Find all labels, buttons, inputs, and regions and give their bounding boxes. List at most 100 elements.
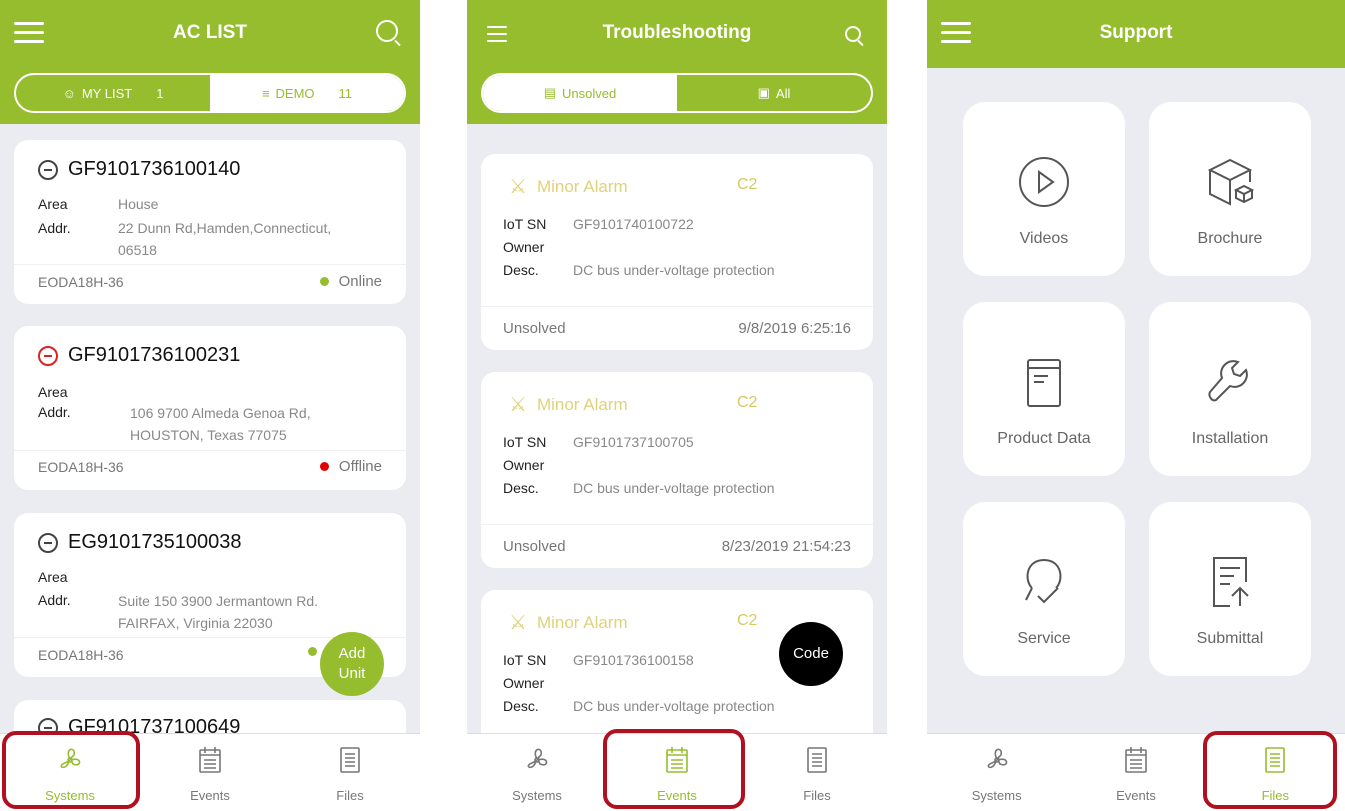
area-value: House: [118, 196, 159, 212]
owner-label: Owner: [503, 457, 545, 473]
tab-all-label: All: [775, 85, 791, 101]
unit-id: GF9101736100231: [68, 344, 241, 366]
desc-label: Desc.: [503, 262, 539, 278]
search-icon[interactable]: [376, 20, 398, 42]
tab-files-label: Files: [336, 788, 364, 803]
tile-label: Product Data: [997, 430, 1091, 447]
calendar-icon: [194, 744, 226, 776]
alarm-card[interactable]: ⚔ Minor Alarm C2 IoT SN GF9101740100722 O…: [481, 154, 873, 350]
unit-model: EODA18H-36: [38, 647, 124, 663]
alarm-code: C2: [737, 612, 758, 629]
tile-installation[interactable]: Installation: [1149, 302, 1311, 476]
remove-icon[interactable]: [38, 345, 58, 366]
upload-document-icon: [1213, 557, 1249, 607]
app-header: Troubleshooting ▤ Unsolved ▣ All: [467, 0, 887, 124]
fan-icon: [981, 744, 1013, 776]
tile-label: Installation: [1191, 430, 1269, 447]
document-icon: [334, 744, 366, 776]
divider: [481, 524, 873, 525]
alarm-code: C2: [737, 176, 758, 193]
cart-icon: ▣: [757, 85, 770, 100]
iot-sn-value: GF9101740100722: [573, 216, 694, 232]
tab-files[interactable]: Files: [1206, 734, 1345, 811]
divider: [481, 306, 873, 307]
tab-systems-label: Systems: [45, 788, 95, 803]
status-text: Offline: [338, 458, 382, 475]
desc-value: DC bus under-voltage protection: [573, 480, 775, 496]
tab-files[interactable]: Files: [280, 734, 420, 811]
tab-events[interactable]: Events: [607, 734, 747, 811]
tab-my-list-label: MY LIST: [81, 85, 133, 101]
folder-icon: [1027, 359, 1061, 407]
add-unit-button[interactable]: Add Unit: [320, 632, 384, 696]
app-header: Support: [927, 0, 1345, 68]
unit-id: EG9101735100038: [68, 531, 242, 553]
troubleshooting-screen: Troubleshooting ▤ Unsolved ▣ All ⚔ Minor …: [467, 0, 887, 811]
calendar-icon: ▤: [543, 85, 557, 100]
area-label: Area: [38, 569, 68, 585]
document-icon: [801, 744, 833, 776]
addr-label: Addr.: [38, 404, 71, 420]
tile-submittal[interactable]: Submittal: [1149, 502, 1311, 676]
add-unit-label-line2: Unit: [338, 665, 366, 682]
tile-product-data[interactable]: Product Data: [963, 302, 1125, 476]
wrench-icon: [1208, 360, 1248, 402]
code-button[interactable]: Code: [779, 622, 843, 686]
iot-sn-label: IoT SN: [503, 434, 547, 450]
tab-all[interactable]: ▣ All: [677, 75, 871, 111]
addr-line1: 22 Dunn Rd,Hamden,Connecticut,: [118, 220, 332, 236]
tab-files[interactable]: Files: [747, 734, 887, 811]
unit-card[interactable]: GF9101736100231 Area Addr. 106 9700 Alme…: [14, 326, 406, 490]
tile-service[interactable]: Service: [963, 502, 1125, 676]
status-dot: [319, 462, 329, 471]
support-screen: Support Videos Brochure Product Data Ins…: [927, 0, 1345, 811]
tab-systems[interactable]: Systems: [467, 734, 607, 811]
tab-events[interactable]: Events: [140, 734, 280, 811]
tab-events[interactable]: Events: [1066, 734, 1205, 811]
remove-icon[interactable]: [38, 532, 58, 553]
alarm-icon: ⚔: [509, 612, 527, 634]
document-icon: [1259, 744, 1291, 776]
tab-my-list[interactable]: ☺ MY LIST 1: [16, 75, 210, 111]
status-badge: Offline: [319, 458, 382, 475]
user-check-icon: [1025, 558, 1062, 604]
box-icon: [1207, 158, 1255, 206]
tab-events-label: Events: [1116, 788, 1156, 803]
tab-demo-count: 11: [338, 85, 353, 101]
alarm-title: Minor Alarm: [536, 394, 628, 414]
tab-unsolved[interactable]: ▤ Unsolved: [483, 75, 677, 111]
desc-value: DC bus under-voltage protection: [573, 698, 775, 714]
tab-files-label: Files: [1261, 788, 1290, 803]
alarm-card[interactable]: ⚔ Minor Alarm C2 IoT SN GF9101737100705 O…: [481, 372, 873, 568]
tile-brochure[interactable]: Brochure: [1149, 102, 1311, 276]
iot-sn-label: IoT SN: [503, 652, 547, 668]
alarm-title: Minor Alarm: [536, 176, 628, 196]
status-text: Online: [338, 273, 382, 290]
tile-videos[interactable]: Videos: [963, 102, 1125, 276]
alarm-icon: ⚔: [509, 394, 527, 416]
tile-label: Videos: [1019, 230, 1069, 247]
addr-line2: HOUSTON, Texas 77075: [130, 427, 287, 443]
tab-systems[interactable]: Systems: [0, 734, 140, 811]
desc-label: Desc.: [503, 698, 539, 714]
tab-demo[interactable]: ≡ DEMO 11: [210, 75, 404, 111]
tab-unsolved-label: Unsolved: [562, 85, 617, 101]
iot-sn-label: IoT SN: [503, 216, 547, 232]
unit-card[interactable]: GF9101736100140 Area House Addr. 22 Dunn…: [14, 140, 406, 304]
unit-id: GF9101736100140: [68, 158, 241, 180]
addr-line2: FAIRFAX, Virginia 22030: [118, 615, 273, 631]
remove-icon[interactable]: [38, 159, 58, 180]
tab-systems[interactable]: Systems: [927, 734, 1066, 811]
desc-value: DC bus under-voltage protection: [573, 262, 775, 278]
addr-line1: 106 9700 Almeda Genoa Rd,: [130, 405, 311, 421]
tab-systems-label: Systems: [971, 788, 1022, 803]
tab-my-list-count: 1: [156, 85, 164, 101]
tile-label: Brochure: [1197, 230, 1263, 247]
search-icon[interactable]: [845, 26, 861, 42]
tile-label: Service: [1017, 630, 1071, 647]
tab-events-label: Events: [657, 788, 697, 803]
owner-label: Owner: [503, 239, 545, 255]
tile-label: Submittal: [1196, 630, 1264, 647]
alarm-time: 8/23/2019 21:54:23: [721, 538, 851, 555]
owner-label: Owner: [503, 675, 545, 691]
